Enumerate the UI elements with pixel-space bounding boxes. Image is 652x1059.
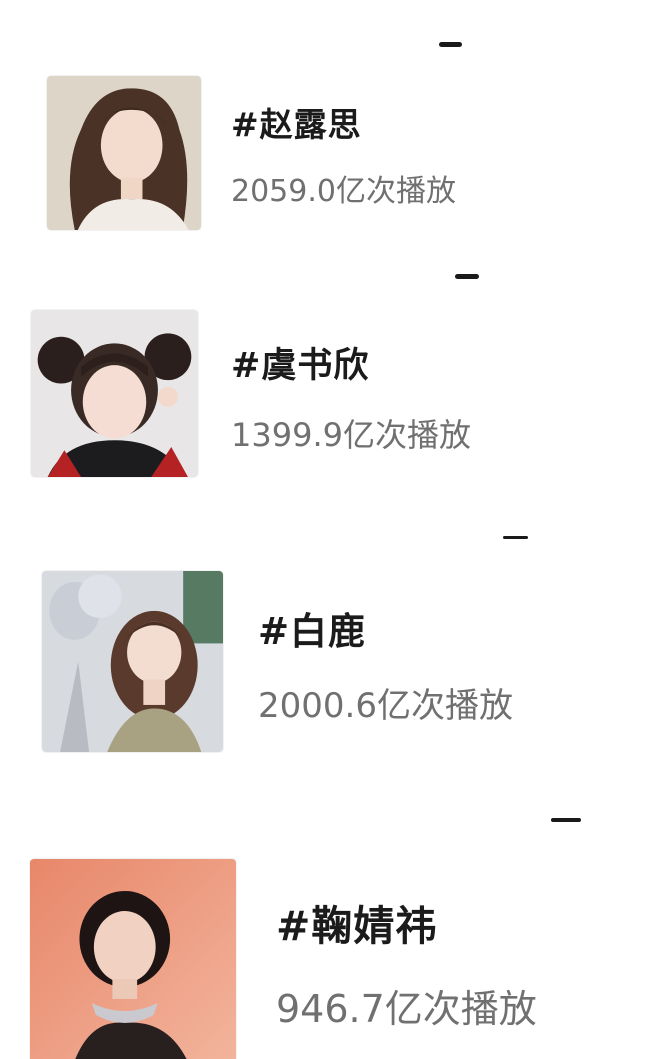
rank-dash-icon: [551, 818, 581, 822]
avatar[interactable]: [30, 859, 236, 1059]
play-count: 2000.6亿次播放: [258, 686, 513, 726]
topic-title[interactable]: #白鹿: [258, 601, 366, 655]
topic-card[interactable]: #鞠婧祎 946.7亿次播放: [0, 800, 652, 1059]
topic-card[interactable]: #虞书欣 1399.9亿次播放: [0, 250, 652, 510]
play-count: 946.7亿次播放: [276, 987, 537, 1031]
topic-title[interactable]: #鞠婧祎: [276, 892, 437, 952]
avatar[interactable]: [42, 571, 223, 752]
rank-dash-icon: [439, 42, 462, 47]
play-count: 2059.0亿次播放: [231, 174, 456, 209]
rank-dash-icon: [503, 536, 528, 539]
topic-title[interactable]: #虞书欣: [231, 337, 369, 388]
topic-card[interactable]: #赵露思 2059.0亿次播放: [0, 0, 652, 250]
topic-title[interactable]: #赵露思: [231, 98, 362, 146]
rank-dash-icon: [455, 274, 479, 279]
play-count: 1399.9亿次播放: [231, 416, 471, 454]
avatar[interactable]: [31, 310, 198, 477]
topic-card[interactable]: #白鹿 2000.6亿次播放: [0, 510, 652, 800]
avatar[interactable]: [47, 76, 201, 230]
